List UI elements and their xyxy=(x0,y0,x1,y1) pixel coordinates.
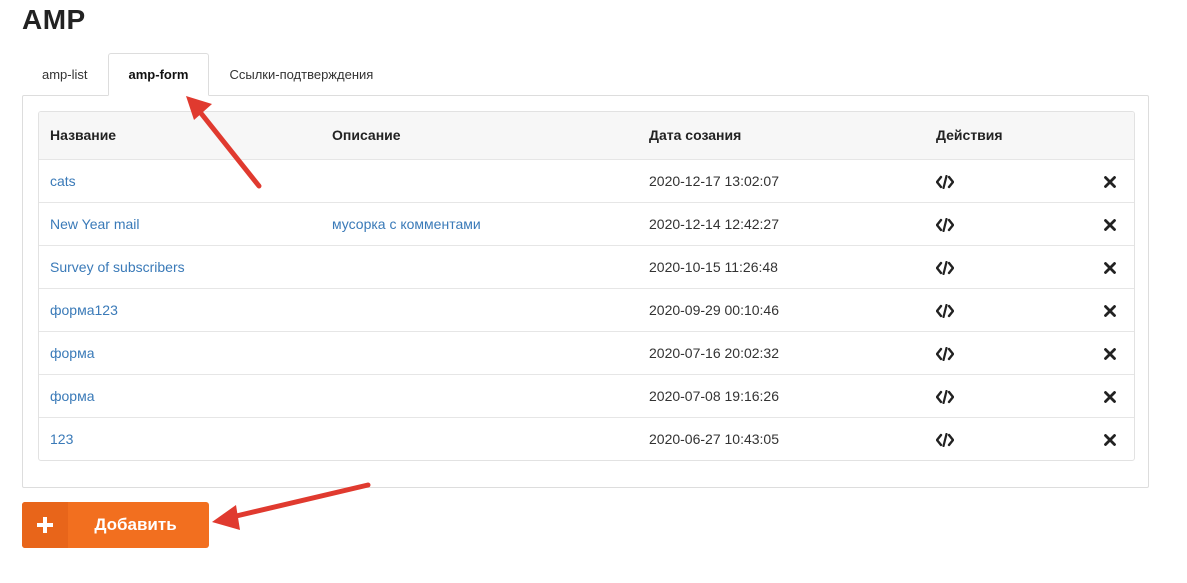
cell-created: 2020-07-08 19:16:26 xyxy=(649,387,779,404)
form-name-link[interactable]: Survey of subscribers xyxy=(50,259,185,275)
cell-created: 2020-10-15 11:26:48 xyxy=(649,258,778,275)
cell-description: мусорка с комментами xyxy=(321,202,638,245)
tab-amp-form[interactable]: amp-form xyxy=(107,53,210,96)
column-header-name: Название xyxy=(50,127,117,144)
cell-created: 2020-06-27 10:43:05 xyxy=(649,430,779,447)
cell-name: форма xyxy=(39,331,321,374)
column-header-description: Описание xyxy=(332,127,401,144)
table-row: 123 2020-06-27 10:43:05 xyxy=(39,417,1134,460)
cell-delete xyxy=(1085,417,1134,460)
tab-confirmation-links[interactable]: Ссылки-подтверждения xyxy=(209,53,393,96)
cell-description xyxy=(321,288,638,331)
cell-created: 2020-12-17 13:02:07 xyxy=(649,172,779,189)
code-icon[interactable] xyxy=(936,215,954,232)
cell-actions xyxy=(925,202,1085,245)
close-icon[interactable] xyxy=(1104,216,1116,232)
plus-icon xyxy=(22,502,68,548)
cell-name: 123 xyxy=(39,417,321,460)
cell-actions xyxy=(925,159,1085,202)
close-icon[interactable] xyxy=(1104,259,1116,275)
table-row: Survey of subscribers 2020-10-15 11:26:48 xyxy=(39,245,1134,288)
form-name-link[interactable]: cats xyxy=(50,173,76,189)
cell-delete xyxy=(1085,288,1134,331)
form-name-link[interactable]: 123 xyxy=(50,431,73,447)
cell-description xyxy=(321,331,638,374)
table-row: форма 2020-07-08 19:16:26 xyxy=(39,374,1134,417)
form-name-link[interactable]: форма xyxy=(50,345,95,361)
code-icon[interactable] xyxy=(936,301,954,318)
form-description-link[interactable]: мусорка с комментами xyxy=(332,216,481,232)
tab-amp-list[interactable]: amp-list xyxy=(22,53,108,96)
code-icon[interactable] xyxy=(936,387,954,404)
cell-name: Survey of subscribers xyxy=(39,245,321,288)
cell-delete xyxy=(1085,159,1134,202)
table-row: New Year mail мусорка с комментами 2020-12… xyxy=(39,202,1134,245)
code-icon[interactable] xyxy=(936,344,954,361)
cell-actions xyxy=(925,245,1085,288)
cell-created: 2020-09-29 00:10:46 xyxy=(649,301,779,318)
add-button-label: Добавить xyxy=(94,515,177,534)
cell-delete xyxy=(1085,374,1134,417)
code-icon[interactable] xyxy=(936,431,954,447)
cell-delete xyxy=(1085,245,1134,288)
cell-name: форма xyxy=(39,374,321,417)
column-header-delete xyxy=(1085,112,1134,159)
forms-table: Название Описание Дата созания Действия … xyxy=(38,111,1135,461)
cell-delete xyxy=(1085,331,1134,374)
close-icon[interactable] xyxy=(1104,431,1116,447)
form-name-link[interactable]: форма xyxy=(50,388,95,404)
tab-panel: Название Описание Дата созания Действия … xyxy=(22,95,1149,488)
tab-bar: amp-list amp-form Ссылки-подтверждения xyxy=(22,53,393,96)
cell-description xyxy=(321,417,638,460)
close-icon[interactable] xyxy=(1104,302,1116,318)
form-name-link[interactable]: форма123 xyxy=(50,302,118,318)
close-icon[interactable] xyxy=(1104,345,1116,361)
table-header-row: Название Описание Дата созания Действия xyxy=(39,112,1134,159)
column-header-created: Дата созания xyxy=(649,127,742,144)
code-icon[interactable] xyxy=(936,258,954,275)
cell-name: форма123 xyxy=(39,288,321,331)
cell-actions xyxy=(925,374,1085,417)
cell-description xyxy=(321,245,638,288)
table-row: cats 2020-12-17 13:02:07 xyxy=(39,159,1134,202)
cell-created: 2020-07-16 20:02:32 xyxy=(649,344,779,361)
cell-description xyxy=(321,374,638,417)
cell-actions xyxy=(925,331,1085,374)
cell-delete xyxy=(1085,202,1134,245)
cell-name: New Year mail xyxy=(39,202,321,245)
code-icon[interactable] xyxy=(936,172,954,189)
cell-created: 2020-12-14 12:42:27 xyxy=(649,215,779,232)
table-row: форма 2020-07-16 20:02:32 xyxy=(39,331,1134,374)
cell-description xyxy=(321,159,638,202)
close-icon[interactable] xyxy=(1104,388,1116,404)
close-icon[interactable] xyxy=(1104,173,1116,189)
table-row: форма123 2020-09-29 00:10:46 xyxy=(39,288,1134,331)
cell-actions xyxy=(925,288,1085,331)
column-header-actions: Действия xyxy=(936,127,1003,144)
annotation-arrow-button xyxy=(212,482,371,530)
add-button[interactable]: Добавить xyxy=(22,502,209,548)
cell-name: cats xyxy=(39,159,321,202)
page-title: AMP xyxy=(22,4,86,35)
cell-actions xyxy=(925,417,1085,460)
form-name-link[interactable]: New Year mail xyxy=(50,216,140,232)
